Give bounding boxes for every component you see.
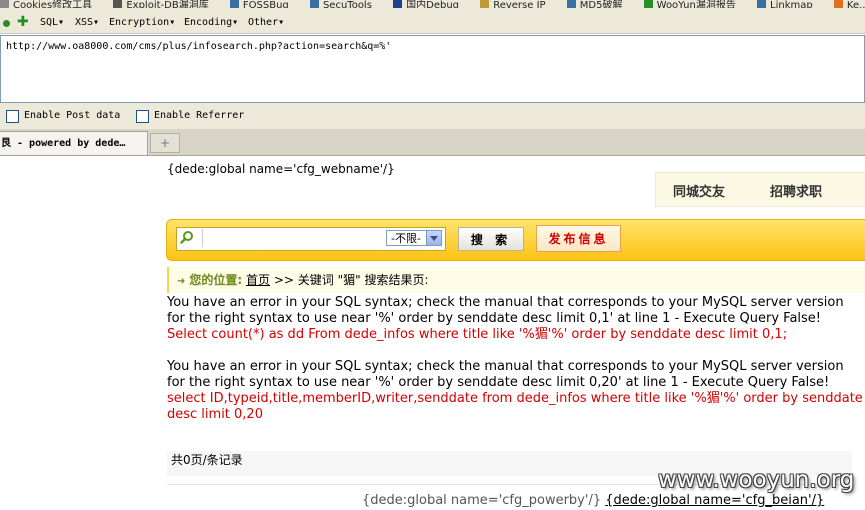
bookmarks-toolbar: Cookies修改工具 Exploit-DB漏洞库 FOSSBug SecuTo… bbox=[0, 0, 865, 8]
load-url-icon[interactable] bbox=[3, 20, 10, 27]
enable-post-checkbox[interactable] bbox=[6, 110, 19, 123]
bookmark-icon bbox=[757, 0, 767, 8]
search-button[interactable]: 搜 索 bbox=[458, 227, 524, 251]
bookmark-item[interactable]: WooYun漏洞报告 bbox=[643, 0, 736, 8]
bookmark-item[interactable]: Cookies修改工具 bbox=[0, 0, 92, 8]
bookmark-item[interactable]: 国内Debug bbox=[393, 0, 459, 8]
footer-beian-link[interactable]: {dede:global name='cfg_beian'/} bbox=[605, 493, 824, 508]
sql-error-query: select ID,typeid,title,memberID,writer,s… bbox=[167, 391, 863, 422]
bookmark-item[interactable]: FOSSBug bbox=[229, 0, 289, 8]
encryption-menu[interactable]: Encryption▾ bbox=[109, 17, 175, 28]
bookmark-item[interactable]: Exploit-DB漏洞库 bbox=[113, 0, 209, 8]
watermark: www.wooyun.org bbox=[658, 467, 855, 493]
bookmark-icon bbox=[113, 0, 123, 8]
site-name-tag: {dede:global name='cfg_webname'/} bbox=[167, 162, 395, 176]
breadcrumb-label: 您的位置: bbox=[189, 273, 243, 287]
bookmark-icon bbox=[393, 0, 403, 8]
footer-powerby: {dede:global name='cfg_powerby'/} bbox=[362, 493, 602, 508]
new-tab-button[interactable]: + bbox=[150, 133, 180, 153]
sql-error-text: You have an error in your SQL syntax; ch… bbox=[167, 359, 844, 390]
bookmark-icon bbox=[566, 0, 576, 8]
bookmark-icon bbox=[833, 0, 843, 8]
hackbar-options: Enable Post data Enable Referrer bbox=[0, 103, 865, 129]
chevron-down-icon[interactable] bbox=[426, 231, 441, 245]
tab-strip: 艮 - powered by dede… + bbox=[0, 129, 865, 156]
tab-active[interactable]: 艮 - powered by dede… bbox=[0, 131, 148, 155]
other-menu[interactable]: Other▾ bbox=[248, 17, 284, 28]
sql-error-block: You have an error in your SQL syntax; ch… bbox=[167, 359, 865, 423]
sql-error-text: You have an error in your SQL syntax; ch… bbox=[167, 295, 844, 326]
arrow-right-icon: ➜ bbox=[177, 276, 186, 287]
bookmark-item[interactable]: MD5破解 bbox=[566, 0, 622, 8]
sql-menu[interactable]: SQL▾ bbox=[40, 17, 64, 28]
bookmark-item[interactable]: Linkmap bbox=[757, 0, 813, 8]
bookmark-item[interactable]: Ke... bbox=[833, 0, 865, 8]
breadcrumb: ➜ 您的位置: 首页 >> 关键词 "猸" 搜索结果页: bbox=[167, 267, 865, 293]
footer: {dede:global name='cfg_powerby'/} {dede:… bbox=[362, 493, 824, 508]
hackbar-toolbar: ✚ SQL▾ XSS▾ Encryption▾ Encoding▾ Other▾ bbox=[0, 8, 865, 34]
encoding-menu[interactable]: Encoding▾ bbox=[184, 17, 238, 28]
enable-referrer-label: Enable Referrer bbox=[154, 110, 245, 121]
bookmark-icon bbox=[309, 0, 319, 8]
breadcrumb-home-link[interactable]: 首页 bbox=[246, 273, 270, 287]
bookmark-icon bbox=[643, 0, 653, 8]
add-icon[interactable]: ✚ bbox=[17, 14, 29, 30]
area-select[interactable]: -不限- bbox=[386, 230, 442, 246]
top-nav: 同城交友 招聘求职 bbox=[655, 172, 865, 207]
search-icon bbox=[180, 231, 193, 244]
bookmark-icon bbox=[0, 0, 9, 8]
post-info-button[interactable]: 发布信息 bbox=[536, 225, 621, 252]
area-select-value: -不限- bbox=[391, 232, 421, 245]
breadcrumb-rest: >> 关键词 "猸" 搜索结果页: bbox=[273, 273, 429, 287]
xss-menu[interactable]: XSS▾ bbox=[75, 17, 99, 28]
url-textarea[interactable]: http://www.oa8000.com/cms/plus/infosearc… bbox=[0, 35, 865, 103]
search-separator bbox=[202, 229, 203, 247]
bookmark-icon bbox=[480, 0, 490, 8]
bookmark-item[interactable]: Reverse IP bbox=[480, 0, 546, 8]
enable-referrer-checkbox[interactable] bbox=[136, 110, 149, 123]
enable-post-label: Enable Post data bbox=[24, 110, 121, 121]
bookmark-icon bbox=[229, 0, 239, 8]
nav-link-dating[interactable]: 同城交友 bbox=[673, 181, 725, 200]
url-text: http://www.oa8000.com/cms/plus/infosearc… bbox=[6, 41, 392, 52]
sql-error-query: Select count(*) as dd From dede_infos wh… bbox=[167, 327, 788, 342]
nav-link-jobs[interactable]: 招聘求职 bbox=[770, 181, 822, 200]
bookmark-item[interactable]: SecuTools bbox=[309, 0, 372, 8]
sql-error-block: You have an error in your SQL syntax; ch… bbox=[167, 295, 865, 343]
